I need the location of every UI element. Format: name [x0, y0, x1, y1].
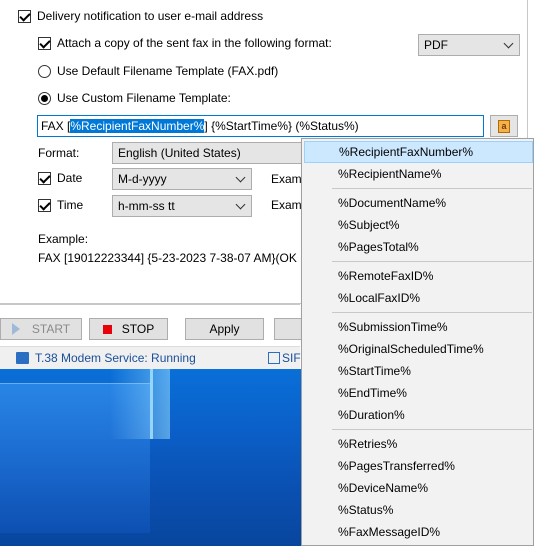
menu-separator	[332, 188, 532, 189]
time-format-value: h-mm-ss tt	[118, 199, 175, 213]
menu-item[interactable]: %RecipientName%	[304, 163, 533, 185]
menu-item[interactable]: %DeviceName%	[304, 477, 533, 499]
example-value: FAX [19012223344] {5-23-2023 7-38-07 AM}…	[38, 251, 297, 265]
menu-item[interactable]: %Retries%	[304, 433, 533, 455]
date-checkbox[interactable]	[38, 171, 51, 185]
date-row[interactable]: Date	[38, 171, 82, 185]
chevron-down-icon	[237, 201, 245, 209]
menu-item[interactable]: %RecipientFaxNumber%	[304, 141, 533, 163]
date-format-value: M-d-yyyy	[118, 172, 167, 186]
play-icon	[11, 323, 20, 335]
date-label: Date	[57, 171, 83, 185]
time-row[interactable]: Time	[38, 198, 83, 212]
stop-icon	[102, 324, 112, 334]
example-label: Example:	[38, 232, 89, 246]
apply-label: Apply	[209, 322, 240, 336]
sip-status-text: SIF	[282, 351, 301, 365]
wallpaper-light-beam	[150, 369, 153, 439]
custom-template-input[interactable]: FAX [%RecipientFaxNumber%] {%StartTime%}…	[37, 115, 484, 137]
locale-format-dropdown[interactable]: English (United States)	[112, 142, 312, 164]
start-label: START	[31, 322, 71, 336]
sip-icon	[268, 352, 280, 364]
menu-item[interactable]: %PagesTransferred%	[304, 455, 533, 477]
stop-button[interactable]: STOP	[89, 318, 168, 340]
modem-status-text: T.38 Modem Service: Running	[35, 351, 196, 365]
template-prefix: FAX [	[41, 119, 71, 133]
attach-copy-row[interactable]: Attach a copy of the sent fax in the fol…	[38, 36, 332, 50]
menu-item[interactable]: %StartTime%	[304, 360, 533, 382]
menu-separator	[332, 429, 532, 430]
menu-item[interactable]: %OriginalScheduledTime%	[304, 338, 533, 360]
apply-button[interactable]: Apply	[185, 318, 264, 340]
sip-status: SIF	[268, 351, 301, 365]
menu-item[interactable]: %LocalFaxID%	[304, 287, 533, 309]
wallpaper-light-glow	[110, 369, 170, 439]
chevron-down-icon	[237, 174, 245, 182]
menu-item[interactable]: %Subject%	[304, 214, 533, 236]
time-label: Time	[57, 198, 84, 212]
delivery-notification-checkbox[interactable]	[18, 9, 31, 23]
menu-item[interactable]: %Status%	[304, 499, 533, 521]
default-template-option[interactable]: Use Default Filename Template (FAX.pdf)	[38, 64, 278, 78]
custom-template-radio[interactable]	[38, 91, 51, 105]
menu-item[interactable]: %RemoteFaxID%	[304, 265, 533, 287]
locale-format-value: English (United States)	[118, 146, 241, 160]
stop-label: STOP	[121, 322, 155, 336]
menu-item[interactable]: %DocumentName%	[304, 192, 533, 214]
default-template-radio[interactable]	[38, 64, 51, 78]
delivery-notification-label: Delivery notification to user e-mail add…	[37, 9, 264, 23]
time-checkbox[interactable]	[38, 198, 51, 212]
menu-separator	[332, 312, 532, 313]
menu-item[interactable]: %SubmissionTime%	[304, 316, 533, 338]
template-variable-menu: %RecipientFaxNumber% %RecipientName% %Docu…	[301, 138, 534, 546]
divider	[0, 304, 300, 305]
template-selected-text: %RecipientFaxNumber%	[70, 119, 205, 133]
insert-variable-icon: a	[498, 119, 510, 133]
date-format-dropdown[interactable]: M-d-yyyy	[112, 168, 252, 190]
status-bar: T.38 Modem Service: Running SIF	[0, 346, 301, 369]
attach-format-dropdown[interactable]: PDF	[418, 34, 520, 56]
menu-item[interactable]: %FaxMessageID%	[304, 521, 533, 543]
partially-hidden-button[interactable]	[274, 318, 304, 340]
modem-icon	[16, 352, 29, 364]
chevron-down-icon	[505, 40, 513, 48]
delivery-notification-row[interactable]: Delivery notification to user e-mail add…	[18, 9, 263, 23]
menu-item[interactable]: %Duration%	[304, 404, 533, 426]
attach-copy-checkbox[interactable]	[38, 36, 51, 50]
time-format-dropdown[interactable]: h-mm-ss tt	[112, 195, 252, 217]
attach-format-value: PDF	[424, 38, 448, 52]
template-suffix: ] {%StartTime%} (%Status%)	[204, 119, 359, 133]
modem-status: T.38 Modem Service: Running	[16, 351, 196, 365]
menu-item[interactable]: %PagesTotal%	[304, 236, 533, 258]
custom-template-option[interactable]: Use Custom Filename Template:	[38, 91, 231, 105]
start-button[interactable]: START	[0, 318, 82, 340]
default-template-label: Use Default Filename Template (FAX.pdf)	[57, 64, 279, 78]
insert-variable-button[interactable]: a	[490, 115, 518, 137]
attach-copy-label: Attach a copy of the sent fax in the fol…	[57, 36, 332, 50]
format-label: Format:	[38, 146, 80, 160]
custom-template-label: Use Custom Filename Template:	[57, 91, 231, 105]
menu-separator	[332, 261, 532, 262]
menu-item[interactable]: %EndTime%	[304, 382, 533, 404]
